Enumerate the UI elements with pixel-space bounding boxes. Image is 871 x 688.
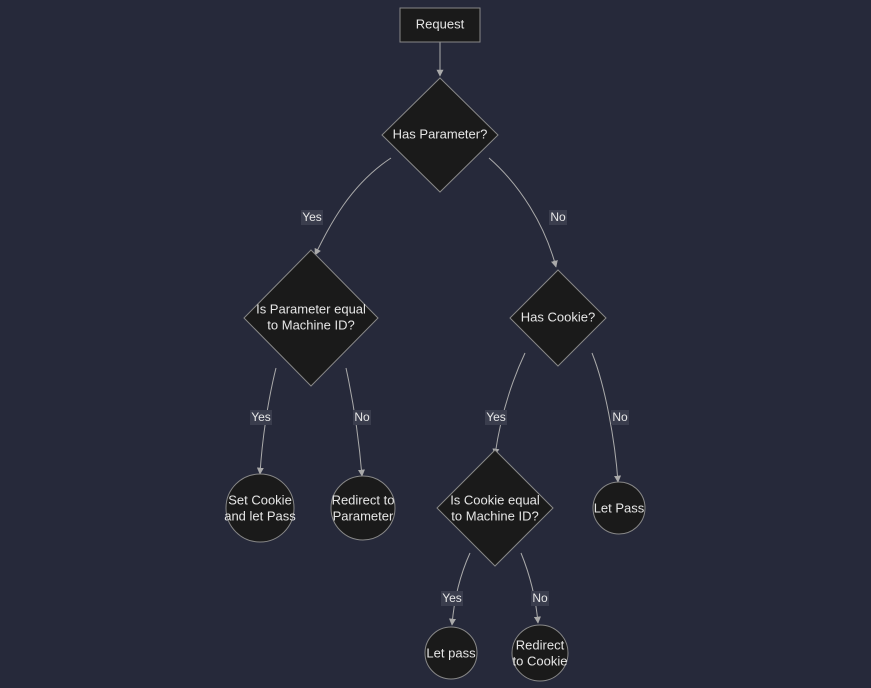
node-is-parameter-equal: Is Parameter equal to Machine ID?	[244, 250, 378, 386]
label-cookieequal-no: No	[532, 591, 548, 605]
label-paramequal-no: No	[354, 410, 370, 424]
edge-hasparameter-yes	[315, 158, 391, 255]
label-cookieequal-yes: Yes	[442, 591, 462, 605]
node-let-pass-right: Let Pass	[593, 482, 645, 534]
svg-text:Set Cookie: Set Cookie	[228, 492, 292, 507]
edge-cookieequal-no	[521, 553, 538, 623]
node-let-pass-bottom: Let pass	[425, 627, 477, 679]
svg-text:to Cookie: to Cookie	[513, 653, 568, 668]
label-hasparameter-no: No	[550, 210, 566, 224]
svg-text:Is Parameter equal: Is Parameter equal	[256, 301, 366, 316]
svg-text:Has Cookie?: Has Cookie?	[521, 309, 595, 324]
node-redirect-to-cookie: Redirect to Cookie	[512, 625, 568, 681]
svg-text:to Machine ID?: to Machine ID?	[451, 508, 538, 523]
label-hascookie-no: No	[612, 410, 628, 424]
svg-text:and let Pass: and let Pass	[224, 508, 296, 523]
svg-text:Is Cookie equal: Is Cookie equal	[450, 492, 540, 507]
edge-hascookie-yes	[495, 353, 525, 455]
svg-text:Parameter: Parameter	[333, 508, 394, 523]
svg-text:Redirect to: Redirect to	[332, 492, 395, 507]
node-set-cookie-and-let-pass: Set Cookie and let Pass	[224, 474, 296, 542]
svg-text:Let pass: Let pass	[426, 645, 476, 660]
node-has-cookie: Has Cookie?	[510, 270, 606, 366]
node-request: Request	[400, 8, 480, 42]
svg-text:Let Pass: Let Pass	[594, 500, 645, 515]
node-redirect-to-parameter: Redirect to Parameter	[331, 476, 395, 540]
edge-hasparameter-no	[489, 158, 556, 267]
label-hasparameter-yes: Yes	[302, 210, 322, 224]
svg-text:to Machine ID?: to Machine ID?	[267, 317, 354, 332]
svg-text:Has Parameter?: Has Parameter?	[393, 126, 488, 141]
node-has-parameter: Has Parameter?	[382, 78, 498, 192]
svg-text:Redirect: Redirect	[516, 637, 565, 652]
svg-text:Request: Request	[416, 16, 465, 31]
label-hascookie-yes: Yes	[486, 410, 506, 424]
edge-cookieequal-yes	[452, 553, 470, 625]
node-is-cookie-equal: Is Cookie equal to Machine ID?	[437, 450, 553, 566]
label-paramequal-yes: Yes	[251, 410, 271, 424]
